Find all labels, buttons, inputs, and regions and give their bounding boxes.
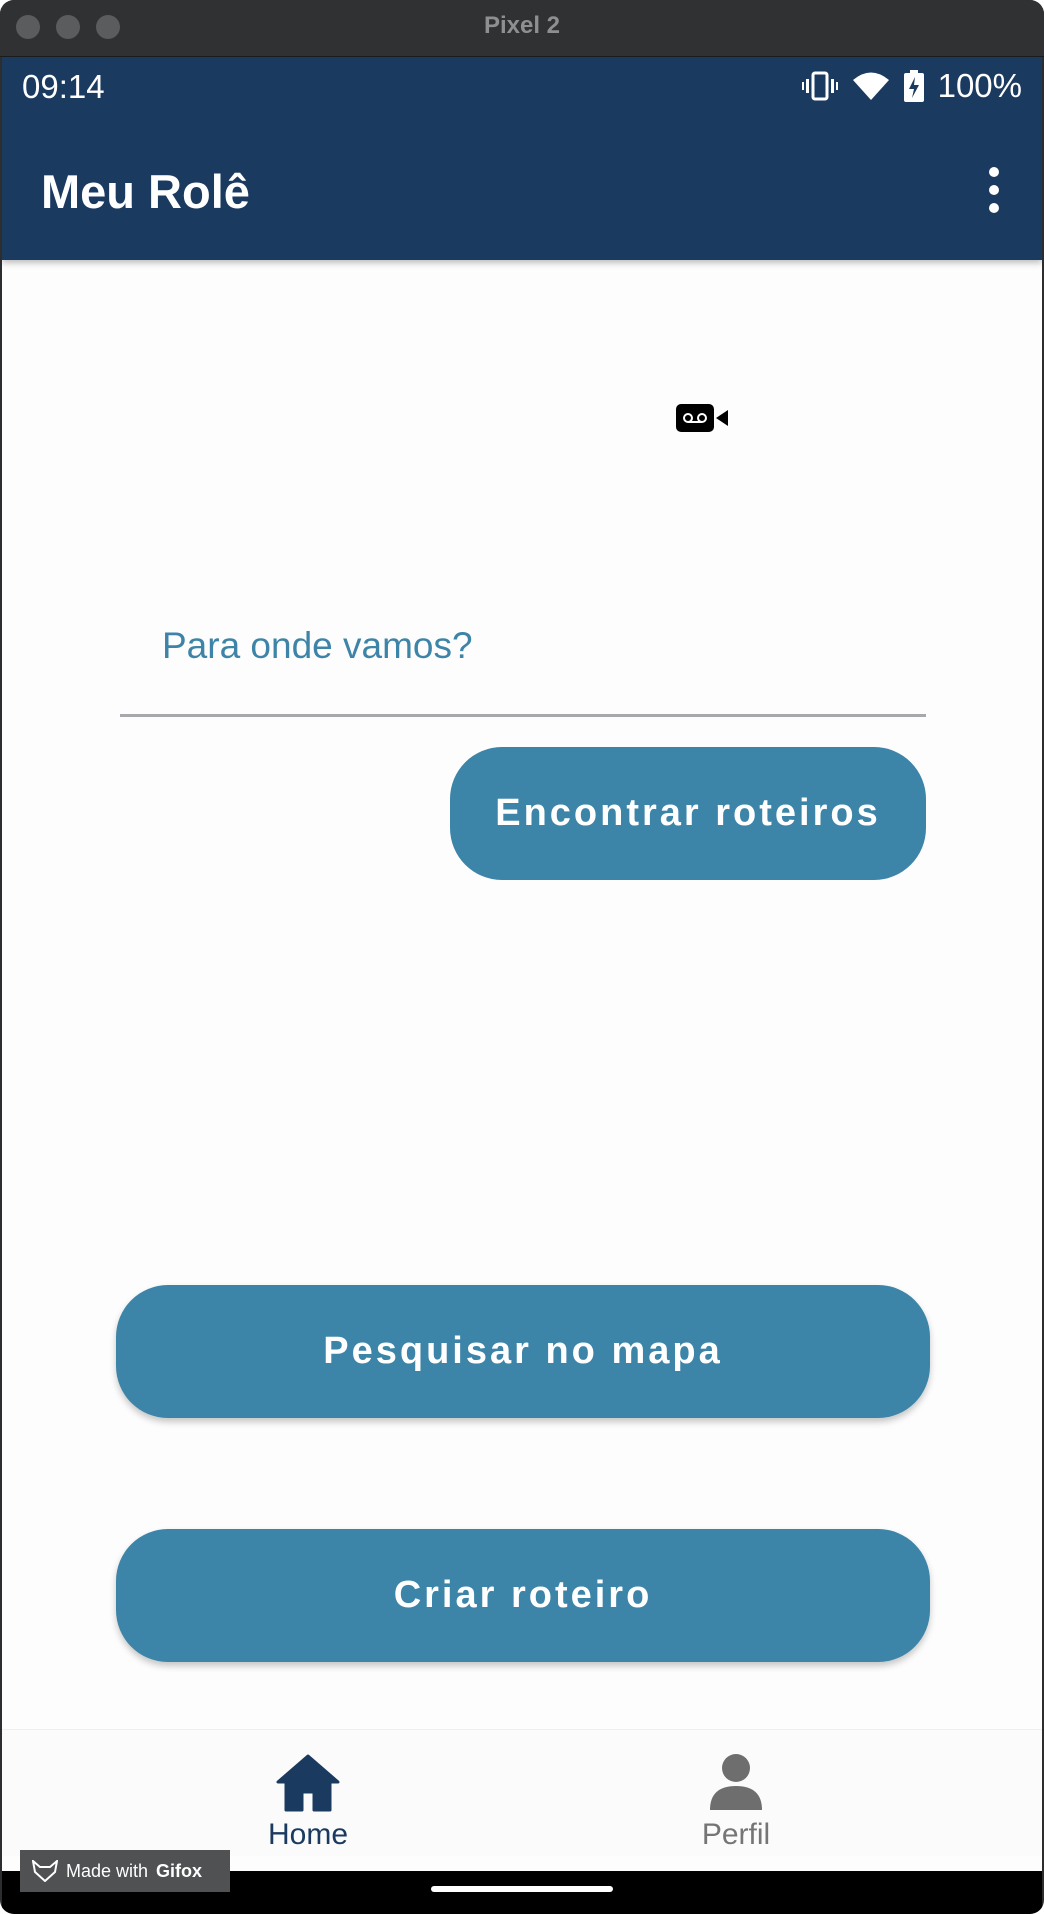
vibrate-icon [801,71,838,101]
nav-item-label: Perfil [701,1818,771,1851]
fox-logo-icon [32,1860,58,1882]
more-vert-icon[interactable] [986,167,1002,213]
home-icon [276,1754,340,1812]
search-field-container [120,577,926,737]
app-bar: 09:14 100% Meu Rolê [2,57,1042,260]
gifox-watermark: Made with Gifox [20,1850,230,1892]
status-icons: 100% [801,67,1022,105]
search-map-button[interactable]: Pesquisar no mapa [116,1285,930,1418]
nav-item-profile[interactable]: Perfil [586,1730,886,1856]
app-title: Meu Rolê [41,165,250,218]
window-titlebar: Pixel 2 [0,0,1044,57]
find-routes-button[interactable]: Encontrar roteiros [450,747,926,880]
person-icon [710,1754,762,1810]
create-route-button[interactable]: Criar roteiro [116,1529,930,1662]
battery-charging-icon [903,70,924,102]
screen-record-icon [676,404,728,432]
search-input[interactable] [120,577,926,717]
wifi-icon [852,72,889,100]
nav-item-home[interactable]: Home [158,1730,458,1856]
watermark-prefix: Made with [66,1860,149,1881]
window-title: Pixel 2 [483,12,561,39]
nav-item-label: Home [267,1818,349,1851]
battery-percentage: 100% [937,67,1022,104]
status-time: 09:14 [22,68,105,105]
emulator-window: Pixel 2 09:14 100% Meu Rolê Para onde va… [0,0,1044,1914]
device-screen: 09:14 100% Meu Rolê Para onde vamos? Enc… [2,57,1042,1914]
watermark-brand: Gifox [156,1860,203,1881]
bottom-navigation: Home Perfil [2,1729,1042,1856]
gesture-handle[interactable] [431,1886,613,1892]
